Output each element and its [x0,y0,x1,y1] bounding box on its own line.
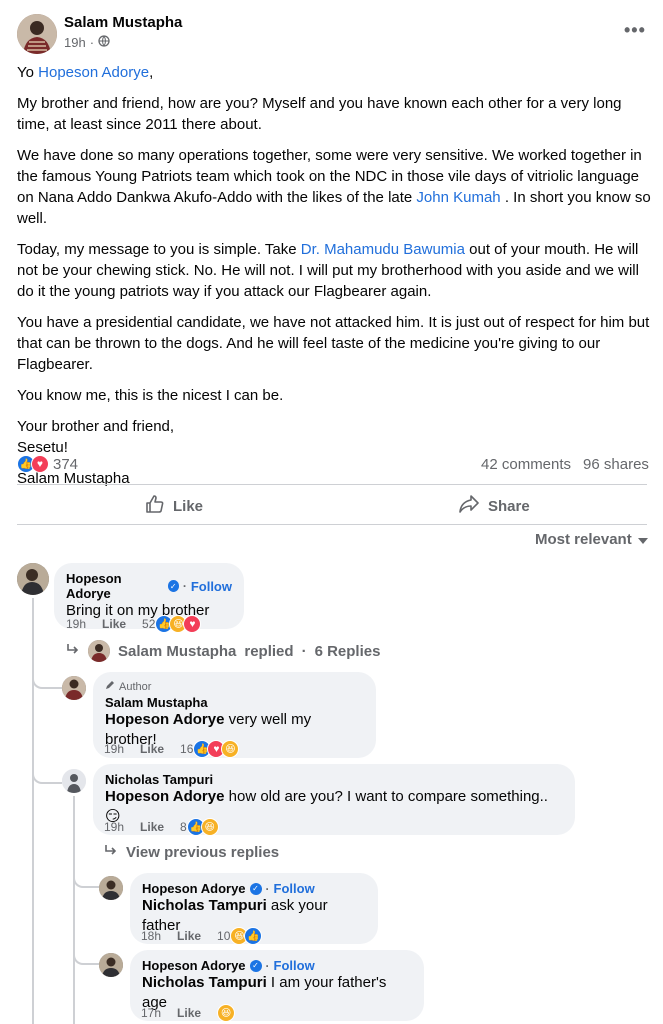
thread-connector [32,665,62,689]
haha-reaction-icon: 😆 [217,1004,236,1022]
like-reaction-icon: 👍 [244,927,263,945]
post-paragraph: You know me, this is the nicest I can be… [17,387,284,404]
reply-time[interactable]: 17h [141,1006,161,1020]
commenter-avatar[interactable] [17,563,49,595]
reply-meta: 18h Like 10 😆 👍 [141,927,263,945]
mention-link[interactable]: Dr. Mahamudu Bawumia [301,241,465,258]
reply-time[interactable]: 19h [104,742,124,756]
replier-avatar[interactable] [99,953,123,977]
reply-reactions[interactable]: 8 👍 😆 [180,818,219,836]
commenter-name[interactable]: Hopeson Adorye [66,571,164,601]
follow-button[interactable]: Follow [274,958,315,973]
share-arrow-icon [458,494,480,518]
reply-meta: 17h Like 😆 [141,1004,236,1022]
thread-connector [32,760,62,784]
post-paragraph: You have a presidential candidate, we ha… [17,314,650,373]
thread-connector [73,945,99,965]
comment-like-button[interactable]: Like [102,617,126,631]
divider [17,524,647,525]
follow-button[interactable]: Follow [191,579,232,594]
post-paragraph: My brother and friend, how are you? Myse… [17,95,622,133]
replier-avatar[interactable] [62,769,86,793]
post-paragraph: Today, my message to you is simple. Take… [17,241,639,300]
thumbs-up-icon [145,494,165,518]
divider [17,484,647,485]
post-time[interactable]: 19h [64,35,86,50]
mention-link[interactable]: John Kumah [416,189,500,206]
reply-reactions[interactable]: 16 👍 ♥ 😆 [180,740,240,758]
thread-connector [73,868,99,888]
replier-avatar[interactable] [62,676,86,700]
post-paragraph: Yo Hopeson Adorye, [17,64,154,81]
mention[interactable]: Nicholas Tampuri [142,974,267,991]
reply-reactions[interactable]: 😆 [217,1004,236,1022]
comments-count[interactable]: 42 comments [481,456,571,473]
replier-name[interactable]: Hopeson Adorye [142,958,246,973]
reply-like-button[interactable]: Like [177,929,201,943]
love-reaction-icon: ♥ [183,615,202,633]
mention[interactable]: Hopeson Adorye [105,711,224,728]
globe-icon [98,35,110,50]
reply-like-button[interactable]: Like [140,820,164,834]
reaction-count: 374 [53,455,79,473]
post-paragraph: Your brother and friend, [17,418,175,435]
thread-line [32,598,34,1024]
like-button[interactable]: Like [145,494,203,518]
share-button[interactable]: Share [458,494,530,518]
reply-arrow-icon [104,844,118,861]
post-author-name[interactable]: Salam Mustapha [64,14,182,31]
comment-time[interactable]: 19h [66,617,86,631]
reply-meta: 19h Like 16 👍 ♥ 😆 [104,740,240,758]
replier-avatar [88,640,110,662]
replier-avatar[interactable] [99,876,123,900]
reply-reactions[interactable]: 10 😆 👍 [217,927,263,945]
follow-button[interactable]: Follow [274,881,315,896]
reaction-summary[interactable]: 👍 ♥ 374 [17,455,78,473]
view-previous-replies-link[interactable]: View previous replies [104,844,279,861]
reply-arrow-icon [66,643,80,660]
love-reaction-icon: ♥ [31,455,49,473]
mention[interactable]: Hopeson Adorye [105,788,224,805]
post-paragraph: We have done so many operations together… [17,147,651,227]
author-tag: Author [105,680,364,693]
post-author-avatar[interactable] [17,14,57,54]
post-paragraph: Sesetu! [17,439,68,456]
reply-like-button[interactable]: Like [177,1006,201,1020]
replier-name[interactable]: Nicholas Tampuri [105,772,563,787]
haha-reaction-icon: 😆 [221,740,240,758]
comment-reactions[interactable]: 52 👍 😆 ♥ [142,615,202,633]
verified-badge-icon: ✓ [167,580,179,592]
replies-summary-link[interactable]: Salam Mustapha replied · 6 Replies [66,640,380,662]
post-meta: 19h · [64,35,110,50]
comment-meta: 19h Like 52 👍 😆 ♥ [66,615,202,633]
post-stats: 42 comments 96 shares [481,456,649,473]
haha-reaction-icon: 😆 [200,818,219,836]
more-options-icon[interactable]: ••• [624,20,646,41]
reply-time[interactable]: 19h [104,820,124,834]
caret-down-icon [637,531,648,548]
reply-meta: 19h Like 8 👍 😆 [104,818,219,836]
verified-badge-icon: ✓ [249,959,262,972]
reply-time[interactable]: 18h [141,929,161,943]
mention-link[interactable]: Hopeson Adorye [38,64,149,81]
post-body: Yo Hopeson Adorye, My brother and friend… [17,62,653,489]
verified-badge-icon: ✓ [249,882,262,895]
replier-name[interactable]: Salam Mustapha [105,695,364,710]
pencil-icon [105,680,115,693]
mention[interactable]: Nicholas Tampuri [142,897,267,914]
comment-sort-dropdown[interactable]: Most relevant [535,531,648,548]
shares-count[interactable]: 96 shares [583,456,649,473]
replier-name[interactable]: Hopeson Adorye [142,881,246,896]
thread-line [73,796,75,1024]
reply-like-button[interactable]: Like [140,742,164,756]
